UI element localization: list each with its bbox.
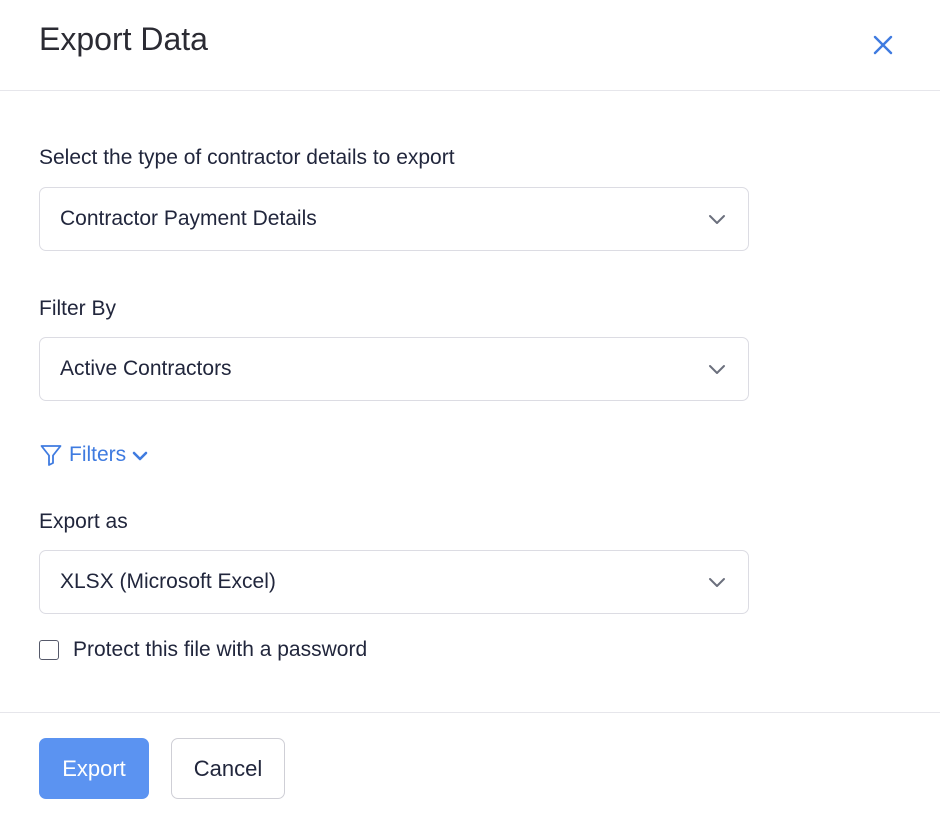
dialog-footer: Export Cancel [0,712,940,814]
type-field-label: Select the type of contractor details to… [39,146,455,169]
chevron-down-icon [709,215,725,224]
cancel-button[interactable]: Cancel [171,738,285,799]
chevron-down-icon [709,578,725,587]
password-protect-checkbox[interactable] [39,640,59,660]
chevron-down-icon [709,365,725,374]
contractor-type-value: Contractor Payment Details [60,207,317,230]
password-protect-label[interactable]: Protect this file with a password [73,638,367,662]
contractor-type-select[interactable]: Contractor Payment Details [39,187,749,251]
dialog-title: Export Data [39,21,208,57]
filters-link-label: Filters [69,443,127,466]
export-button[interactable]: Export [39,738,149,799]
chevron-down-icon [132,451,148,461]
close-icon [873,35,893,55]
filter-by-value: Active Contractors [60,357,232,380]
filters-toggle-link[interactable]: Filters [39,440,148,470]
filter-by-label: Filter By [39,297,117,320]
export-data-dialog: Export Data Select the type of contracto… [0,0,940,814]
dialog-header: Export Data [0,0,940,91]
password-protect-row: Protect this file with a password [39,636,367,664]
close-button[interactable] [866,28,900,62]
filter-icon [40,445,62,466]
export-as-label: Export as [39,510,128,533]
filter-by-select[interactable]: Active Contractors [39,337,749,401]
export-format-value: XLSX (Microsoft Excel) [60,570,276,593]
export-format-select[interactable]: XLSX (Microsoft Excel) [39,550,749,614]
